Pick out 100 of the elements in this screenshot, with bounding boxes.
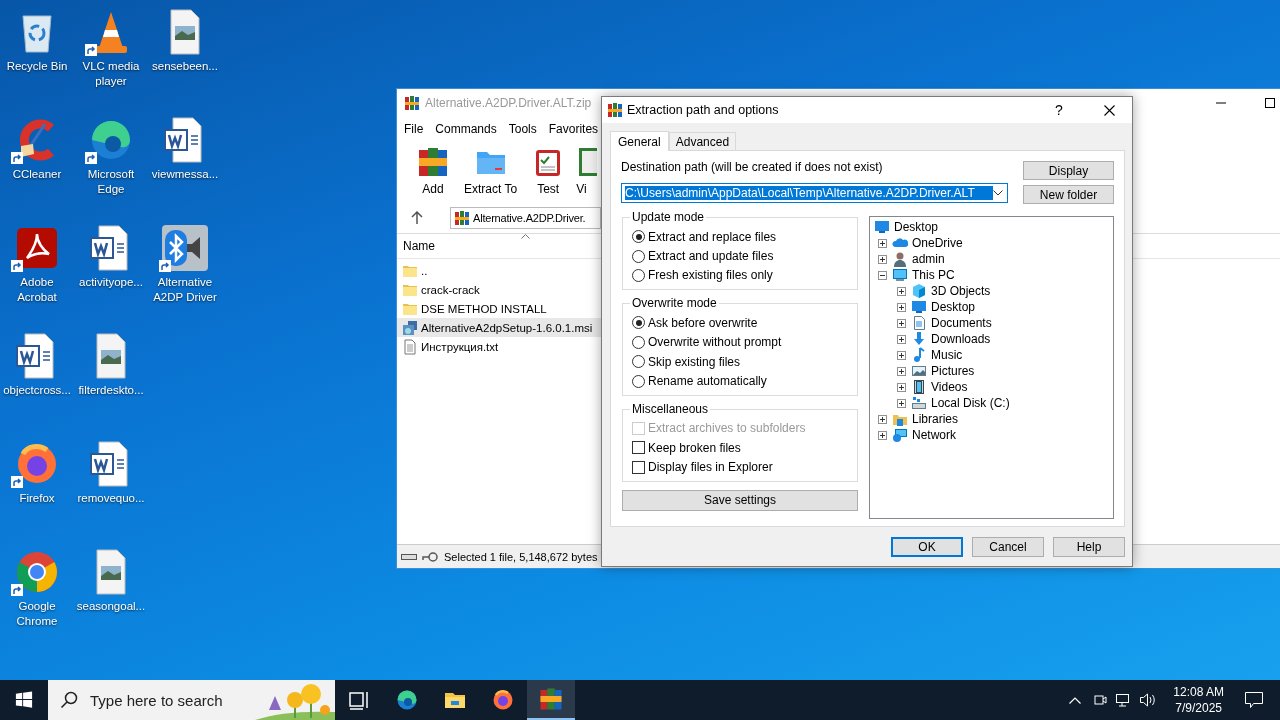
- icon-label[interactable]: VLC media player: [74, 59, 148, 89]
- icon-label[interactable]: Google Chrome: [0, 599, 74, 629]
- dialog-button[interactable]: OK: [891, 537, 963, 557]
- plus-icon: [898, 303, 905, 311]
- radio-label: Rename automatically: [648, 374, 767, 389]
- radio-button[interactable]: [632, 268, 645, 282]
- file-name: ..: [421, 264, 428, 277]
- icon-label[interactable]: viewmessa...: [148, 167, 222, 182]
- tree-item[interactable]: Local Disk (C:): [930, 396, 1011, 410]
- radio-button[interactable]: [632, 355, 645, 369]
- checkbox[interactable]: [632, 441, 645, 455]
- dialog-button[interactable]: Display: [1023, 161, 1114, 180]
- tree-item[interactable]: Downloads: [930, 332, 992, 346]
- tree-item[interactable]: Documents: [930, 316, 993, 330]
- menu-item[interactable]: Commands: [429, 122, 503, 136]
- help-button[interactable]: ?: [1036, 97, 1082, 123]
- tree-item[interactable]: admin: [911, 252, 946, 266]
- books-icon: [417, 146, 449, 178]
- tree-item[interactable]: Music: [930, 348, 964, 362]
- expand-toggle[interactable]: [878, 414, 887, 424]
- radio-button[interactable]: [632, 249, 645, 263]
- expand-toggle[interactable]: [897, 366, 906, 376]
- radio-button[interactable]: [632, 335, 645, 349]
- plus-icon: [879, 415, 886, 423]
- tree-item[interactable]: Videos: [930, 380, 969, 394]
- radio-label: Overwrite without prompt: [648, 335, 782, 350]
- checkbox[interactable]: [632, 460, 645, 474]
- checkbox-label: Display files in Explorer: [648, 460, 773, 475]
- tree-item[interactable]: Desktop: [893, 220, 940, 234]
- dialog-button[interactable]: New folder: [1023, 185, 1114, 204]
- cube-icon: [911, 283, 927, 299]
- tab[interactable]: Advanced: [668, 132, 737, 150]
- address-field[interactable]: Alternative.A2DP.Driver.: [450, 207, 601, 229]
- expand-toggle[interactable]: [878, 254, 887, 264]
- expand-toggle[interactable]: [878, 270, 887, 280]
- file-row[interactable]: crack-crack: [397, 280, 601, 299]
- expand-toggle[interactable]: [878, 238, 887, 248]
- search-field[interactable]: Type here to search: [88, 690, 262, 710]
- group-title: Miscellaneous: [631, 401, 710, 417]
- icon-label[interactable]: Adobe Acrobat: [0, 275, 74, 305]
- tree-item[interactable]: 3D Objects: [930, 284, 992, 298]
- expand-toggle[interactable]: [897, 382, 906, 392]
- toolbar-button[interactable]: Extract To: [462, 141, 520, 203]
- expand-toggle[interactable]: [878, 430, 887, 440]
- radio-button[interactable]: [632, 230, 645, 244]
- column-header[interactable]: Name: [397, 234, 601, 258]
- archive-icon: [454, 210, 470, 226]
- file-row[interactable]: AlternativeA2dpSetup-1.6.0.1.msi: [397, 318, 601, 337]
- radio-label: Extract and update files: [648, 249, 774, 264]
- expand-toggle[interactable]: [897, 318, 906, 328]
- expand-toggle[interactable]: [897, 302, 906, 312]
- plus-icon: [879, 239, 886, 247]
- tree-item[interactable]: Libraries: [911, 412, 960, 426]
- radio-button[interactable]: [632, 316, 645, 330]
- icon-label[interactable]: Recycle Bin: [0, 59, 74, 74]
- tree-item[interactable]: This PC: [911, 268, 956, 282]
- icon-label[interactable]: filterdeskto...: [74, 383, 148, 398]
- expand-toggle[interactable]: [897, 286, 906, 296]
- dialog-button[interactable]: Help: [1053, 537, 1125, 557]
- save-settings-button[interactable]: Save settings: [622, 489, 858, 511]
- taskbar-app-button[interactable]: [527, 680, 575, 720]
- expand-toggle[interactable]: [897, 350, 906, 360]
- icon-label[interactable]: CCleaner: [0, 167, 74, 182]
- music-note-icon: [911, 347, 927, 363]
- file-row[interactable]: DSE METHOD INSTALL: [397, 299, 601, 318]
- group-title: Update mode: [631, 210, 706, 225]
- tab[interactable]: General: [610, 131, 669, 151]
- tree-item[interactable]: Network: [911, 428, 957, 442]
- installer-icon: [402, 319, 418, 336]
- toolbar-button[interactable]: Test: [524, 141, 573, 203]
- file-row[interactable]: Инструкция.txt: [397, 337, 601, 356]
- search-box[interactable]: Type here to search: [48, 680, 335, 720]
- group-title: Overwrite mode: [631, 296, 718, 312]
- menu-item[interactable]: Tools: [502, 122, 543, 136]
- toolbar-button[interactable]: Vi: [576, 141, 598, 203]
- windows-logo-icon: [15, 691, 33, 709]
- radio-button[interactable]: [632, 374, 645, 388]
- tree-item[interactable]: Pictures: [930, 364, 976, 378]
- icon-label[interactable]: activityope...: [74, 275, 148, 290]
- icon-label[interactable]: sensebeen...: [148, 59, 222, 74]
- icon-label[interactable]: Alternative A2DP Driver: [148, 275, 222, 305]
- monitor-icon: [874, 219, 890, 235]
- tree-item[interactable]: Desktop: [930, 300, 977, 314]
- icon-label[interactable]: removequo...: [74, 491, 148, 506]
- icon-label[interactable]: Microsoft Edge: [74, 167, 148, 197]
- menu-item[interactable]: File: [398, 122, 430, 136]
- clock[interactable]: 12:08 AM 7/9/2025: [1165, 684, 1232, 716]
- expand-toggle[interactable]: [897, 398, 906, 408]
- toolbar-button[interactable]: Add: [409, 141, 457, 203]
- path-combobox[interactable]: C:\Users\admin\AppData\Local\Temp\Alternative.A2DP.Driver.ALT: [621, 183, 1008, 203]
- maximize-icon: [1265, 98, 1275, 108]
- icon-label[interactable]: seasongoal...: [74, 599, 148, 614]
- close-icon: [1103, 104, 1115, 116]
- expand-toggle[interactable]: [897, 334, 906, 344]
- icon-label[interactable]: Firefox: [0, 491, 74, 506]
- dialog-button[interactable]: Cancel: [972, 537, 1044, 557]
- icon-label[interactable]: objectcross...: [0, 383, 74, 398]
- file-row[interactable]: ..: [397, 261, 601, 280]
- menu-item[interactable]: Favorites: [542, 122, 605, 136]
- tree-item[interactable]: OneDrive: [911, 236, 964, 250]
